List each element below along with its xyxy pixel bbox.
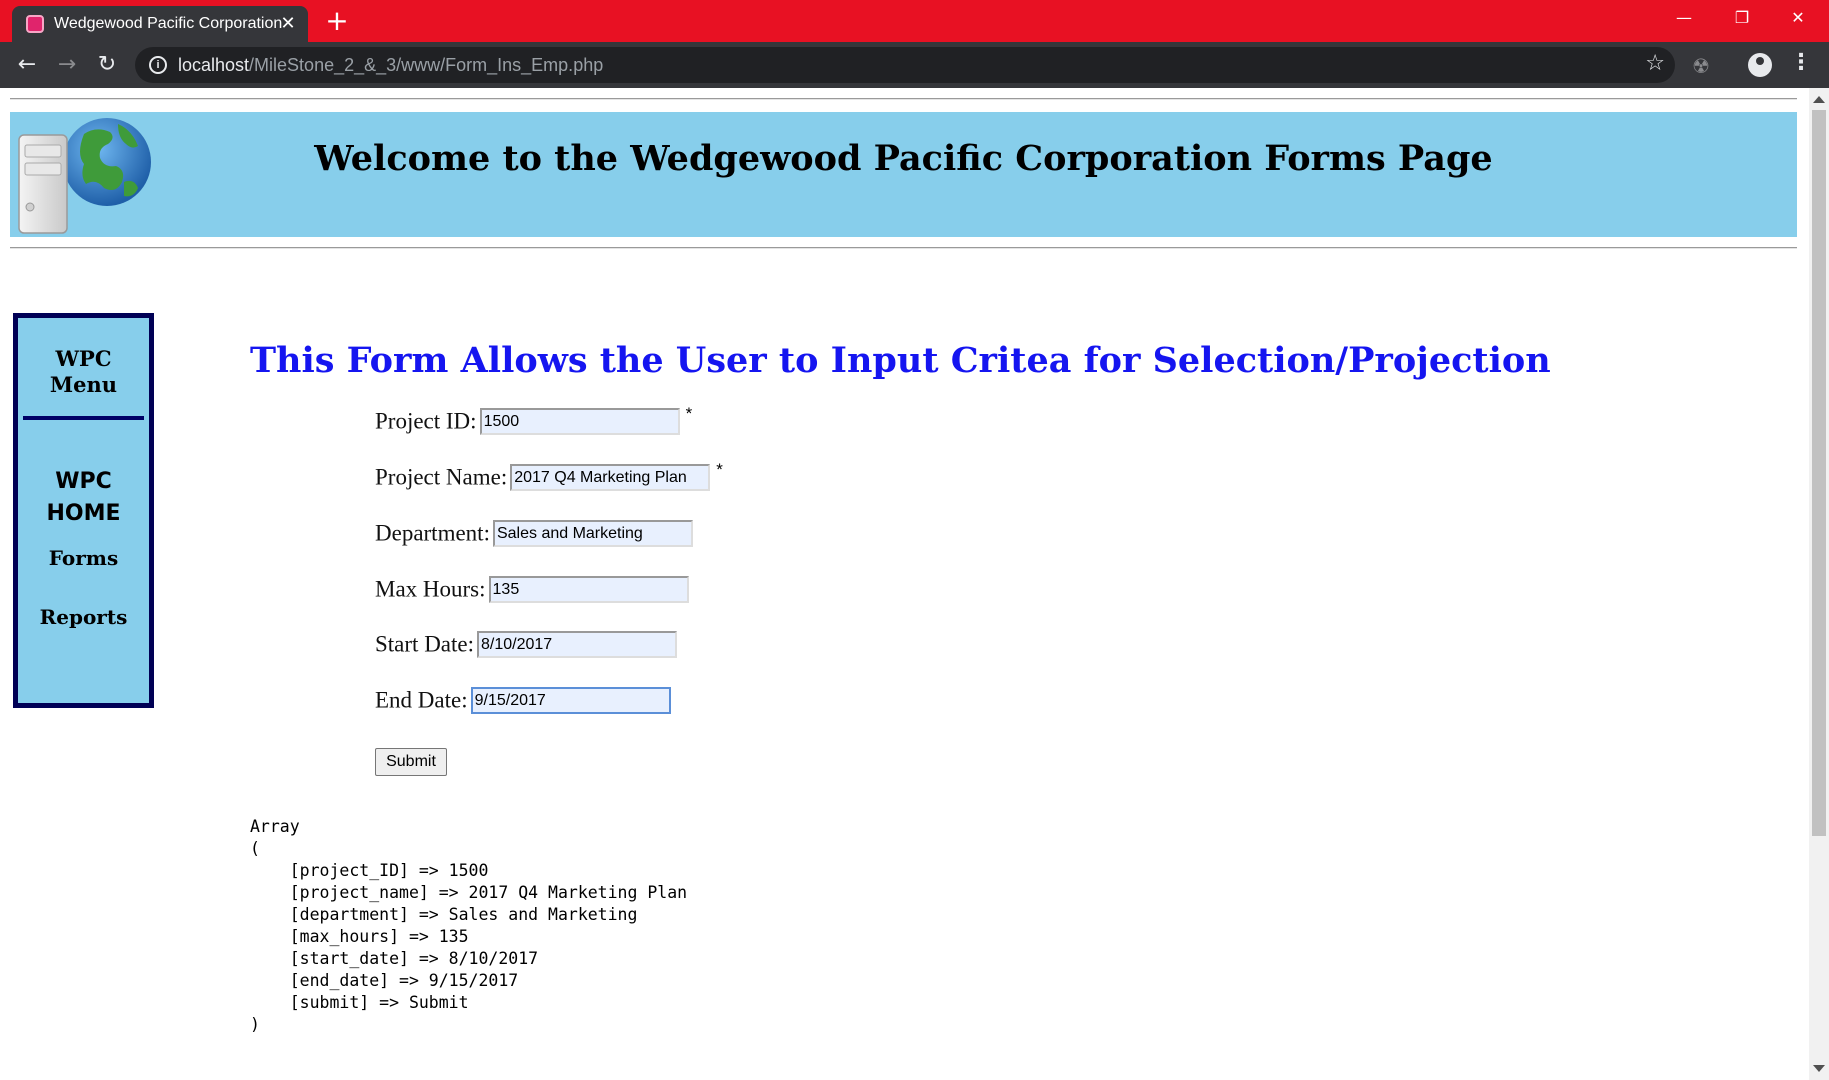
project-id-label: Project ID: xyxy=(375,408,477,434)
output-line: [submit] => Submit xyxy=(250,993,469,1012)
end-date-row: End Date: xyxy=(375,687,671,717)
project-name-label: Project Name: xyxy=(375,464,508,490)
extension-icon[interactable]: ☢ xyxy=(1692,54,1710,78)
start-date-label: Start Date: xyxy=(375,631,474,657)
minimize-button[interactable]: — xyxy=(1656,0,1712,38)
output-line: Array xyxy=(250,817,300,836)
browser-menu-icon[interactable]: ⋮ xyxy=(1790,50,1812,75)
browser-toolbar: ← → ↻ i localhost/MileStone_2_&_3/www/Fo… xyxy=(0,42,1829,88)
submit-button[interactable]: Submit xyxy=(375,748,447,776)
project-name-input[interactable] xyxy=(510,464,711,491)
form-heading: This Form Allows the User to Input Crite… xyxy=(250,340,1551,381)
scroll-down-icon[interactable] xyxy=(1813,1065,1825,1072)
tab-close-icon[interactable]: ✕ xyxy=(278,12,298,34)
new-tab-button[interactable]: + xyxy=(322,7,352,37)
sidebar-item-home[interactable]: WPC HOME xyxy=(18,466,149,530)
banner-divider xyxy=(10,247,1797,249)
max-hours-label: Max Hours: xyxy=(375,576,486,602)
output-line: ( xyxy=(250,839,260,858)
output-line: [project_name] => 2017 Q4 Marketing Plan xyxy=(250,883,688,902)
tab-title: Wedgewood Pacific Corporation xyxy=(54,15,283,32)
sidebar-menu-title: WPC Menu xyxy=(18,346,149,398)
sidebar-divider xyxy=(23,416,144,420)
department-label: Department: xyxy=(375,520,490,546)
page-viewport: Welcome to the Wedgewood Pacific Corpora… xyxy=(0,88,1809,1080)
department-input[interactable] xyxy=(492,520,693,547)
home-label-line2: HOME xyxy=(46,501,121,526)
start-date-input[interactable] xyxy=(477,631,677,658)
url-host: localhost xyxy=(178,55,250,75)
department-row: Department: xyxy=(375,520,693,550)
restore-button[interactable]: ❐ xyxy=(1714,0,1770,38)
sidebar-menu: WPC Menu WPC HOME Forms Reports xyxy=(13,313,154,708)
url-text[interactable]: localhost/MileStone_2_&_3/www/Form_Ins_E… xyxy=(178,55,603,76)
page-title: Welcome to the Wedgewood Pacific Corpora… xyxy=(314,138,1493,179)
browser-tab[interactable]: Wedgewood Pacific Corporation ✕ xyxy=(12,6,308,42)
address-bar[interactable]: i localhost/MileStone_2_&_3/www/Form_Ins… xyxy=(135,47,1675,83)
output-line: [end_date] => 9/15/2017 xyxy=(250,971,519,990)
output-line: [start_date] => 8/10/2017 xyxy=(250,949,539,968)
output-line: [max_hours] => 135 xyxy=(250,927,469,946)
header-banner: Welcome to the Wedgewood Pacific Corpora… xyxy=(10,112,1797,237)
start-date-row: Start Date: xyxy=(375,631,677,661)
menu-title-line2: Menu xyxy=(49,372,118,397)
reload-icon[interactable]: ↻ xyxy=(92,50,122,80)
end-date-label: End Date: xyxy=(375,687,468,713)
sidebar-item-reports[interactable]: Reports xyxy=(18,605,149,629)
window-close-button[interactable]: ✕ xyxy=(1770,0,1826,38)
profile-avatar-icon[interactable] xyxy=(1748,53,1772,77)
menu-title-line1: WPC xyxy=(55,346,112,371)
vertical-scrollbar[interactable] xyxy=(1809,88,1829,1080)
output-line: ) xyxy=(250,1015,260,1034)
home-label-line1: WPC xyxy=(55,469,112,494)
scrollbar-thumb[interactable] xyxy=(1812,110,1826,836)
project-name-row: Project Name: * xyxy=(375,460,723,494)
end-date-input[interactable] xyxy=(470,687,671,714)
sidebar-item-forms[interactable]: Forms xyxy=(18,546,149,570)
required-marker: * xyxy=(716,460,723,479)
tab-strip: Wedgewood Pacific Corporation ✕ + — ❐ ✕ xyxy=(0,0,1829,42)
url-path: /MileStone_2_&_3/www/Form_Ins_Emp.php xyxy=(249,55,604,75)
site-favicon-icon xyxy=(26,15,44,33)
project-id-row: Project ID: * xyxy=(375,404,692,438)
output-line: [project_ID] => 1500 xyxy=(250,861,489,880)
forward-arrow-icon[interactable]: → xyxy=(52,50,82,80)
array-output: Array ( [project_ID] => 1500 [project_nam… xyxy=(250,794,687,1036)
back-arrow-icon[interactable]: ← xyxy=(12,50,42,80)
max-hours-row: Max Hours: xyxy=(375,576,689,606)
max-hours-input[interactable] xyxy=(488,576,689,603)
output-line: [department] => Sales and Marketing xyxy=(250,905,638,924)
site-info-icon[interactable]: i xyxy=(149,56,167,74)
project-id-input[interactable] xyxy=(479,408,680,435)
top-divider xyxy=(10,98,1797,100)
scroll-up-icon[interactable] xyxy=(1813,96,1825,103)
required-marker: * xyxy=(685,404,693,423)
bookmark-star-icon[interactable]: ☆ xyxy=(1645,51,1665,76)
